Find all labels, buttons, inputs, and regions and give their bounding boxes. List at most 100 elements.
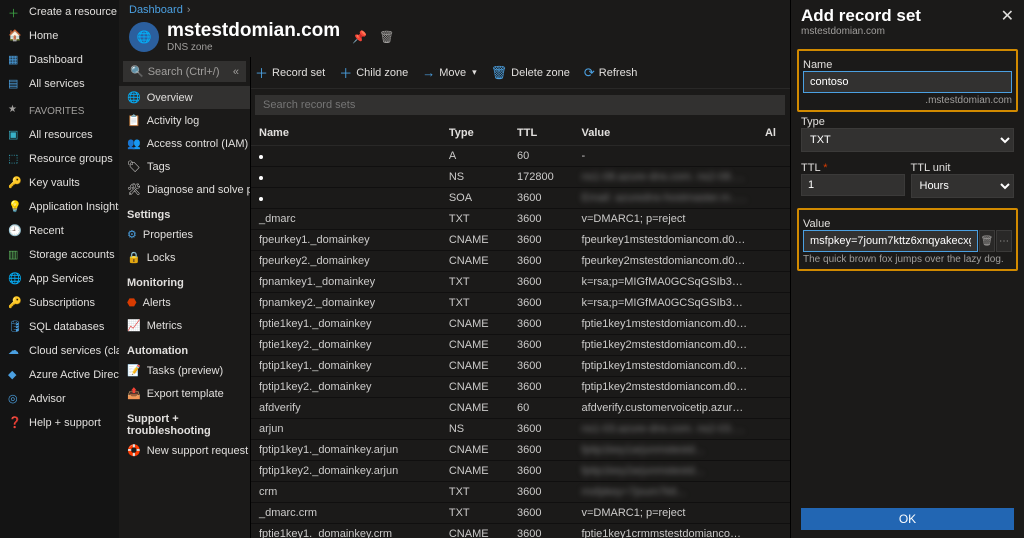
nav-advisor[interactable]: ◎Advisor: [0, 387, 119, 411]
nav-sql[interactable]: 🛢SQL databases: [0, 315, 119, 339]
cell-type: TXT: [441, 482, 509, 503]
cell-value: fptie1key2mstestdomiancom.d0…: [573, 335, 756, 356]
menu-tags[interactable]: 🏷Tags: [119, 155, 250, 178]
chevron-down-icon: ▾: [472, 67, 477, 78]
delete-zone-button[interactable]: 🗑Delete zone: [491, 65, 570, 81]
cell-ttl: 3600: [509, 440, 573, 461]
cell-ttl: 3600: [509, 188, 573, 209]
cell-name: fpnamkey2._domainkey: [251, 293, 441, 314]
ok-button[interactable]: OK: [801, 508, 1014, 530]
trash-icon: 🗑: [491, 65, 508, 81]
add-child-zone-button[interactable]: ＋Child zone: [339, 63, 408, 82]
col-value[interactable]: Value: [573, 121, 756, 146]
cloud-icon: ☁: [8, 344, 22, 358]
name-input[interactable]: [803, 71, 1012, 93]
table-row[interactable]: fptie1key1._domainkey.crmCNAME3600fptie1…: [251, 524, 790, 538]
menu-locks[interactable]: 🔒Locks: [119, 246, 250, 269]
nav-key-vaults[interactable]: 🔑Key vaults: [0, 171, 119, 195]
menu-metrics[interactable]: 📈Metrics: [119, 314, 250, 337]
nav-create-resource[interactable]: ＋Create a resource: [0, 0, 119, 24]
ttl-input[interactable]: [801, 174, 905, 196]
cell-value: fptie1key1mstestdomiancom.d0…: [573, 314, 756, 335]
table-row[interactable]: crmTXT3600msfpkey=7joum7ktt...: [251, 482, 790, 503]
menu-settings-header: Settings: [119, 201, 250, 223]
page-subtitle: DNS zone: [167, 42, 340, 53]
menu-alerts[interactable]: ⬣Alerts: [119, 291, 250, 314]
table-row[interactable]: arjunNS3600ns1-03.azure-dns.com. ns2-03.…: [251, 419, 790, 440]
cell-alias: [757, 419, 790, 440]
col-name[interactable]: Name: [251, 121, 441, 146]
table-row[interactable]: fptie1key1._domainkeyCNAME3600fptie1key1…: [251, 314, 790, 335]
delete-icon[interactable]: 🗑: [379, 30, 394, 44]
table-row[interactable]: fptip1key1._domainkeyCNAME3600fptip1key1…: [251, 356, 790, 377]
more-value-icon[interactable]: ⋯: [996, 230, 1012, 252]
close-icon[interactable]: ✕: [1001, 6, 1014, 26]
table-row[interactable]: A60-: [251, 146, 790, 167]
nav-cloud-classic[interactable]: ☁Cloud services (classic): [0, 339, 119, 363]
overview-icon: 🌐: [127, 91, 141, 104]
table-row[interactable]: _dmarcTXT3600v=DMARC1; p=reject: [251, 209, 790, 230]
table-row[interactable]: afdverifyCNAME60afdverify.customervoicet…: [251, 398, 790, 419]
menu-diagnose[interactable]: 🛠Diagnose and solve problems: [119, 178, 250, 201]
delete-value-icon[interactable]: 🗑: [979, 230, 995, 252]
nav-subscriptions[interactable]: 🔑Subscriptions: [0, 291, 119, 315]
panel-title: Add record set: [801, 6, 921, 26]
cell-type: CNAME: [441, 356, 509, 377]
nav-all-resources[interactable]: ▣All resources: [0, 123, 119, 147]
nav-dashboard[interactable]: ▦Dashboard: [0, 48, 119, 72]
value-input[interactable]: [803, 230, 978, 252]
cell-name: fpeurkey1._domainkey: [251, 230, 441, 251]
refresh-button[interactable]: ⟳Refresh: [584, 65, 637, 81]
breadcrumb-dashboard[interactable]: Dashboard: [129, 4, 183, 16]
blade-search[interactable]: 🔍Search (Ctrl+/)«: [123, 61, 246, 82]
nav-app-services[interactable]: 🌐App Services: [0, 267, 119, 291]
nav-help[interactable]: ❓Help + support: [0, 411, 119, 435]
table-row[interactable]: fptip1key2._domainkey.arjunCNAME3600fpti…: [251, 461, 790, 482]
menu-new-support[interactable]: 🛟New support request: [119, 439, 250, 462]
pin-icon[interactable]: 📌: [352, 30, 367, 44]
nav-app-insights[interactable]: 💡Application Insights: [0, 195, 119, 219]
col-type[interactable]: Type: [441, 121, 509, 146]
cell-value: msfpkey=7joum7ktt...: [573, 482, 756, 503]
table-row[interactable]: SOA3600Email: azuredns-hostmaster.m... H…: [251, 188, 790, 209]
type-select[interactable]: TXT: [801, 128, 1014, 152]
nav-storage[interactable]: ▥Storage accounts: [0, 243, 119, 267]
table-row[interactable]: fpnamkey1._domainkeyTXT3600k=rsa;p=MIGfM…: [251, 272, 790, 293]
move-button[interactable]: →Move▾: [422, 65, 476, 80]
table-row[interactable]: fptie1key2._domainkeyCNAME3600fptie1key2…: [251, 335, 790, 356]
menu-tasks[interactable]: 📝Tasks (preview): [119, 359, 250, 382]
menu-overview[interactable]: 🌐Overview: [119, 86, 250, 109]
nav-resource-groups[interactable]: ⬚Resource groups: [0, 147, 119, 171]
table-row[interactable]: fpeurkey2._domainkeyCNAME3600fpeurkey2ms…: [251, 251, 790, 272]
menu-activity-log[interactable]: 📋Activity log: [119, 109, 250, 132]
cell-type: CNAME: [441, 377, 509, 398]
move-icon: →: [422, 65, 435, 80]
nav-home[interactable]: 🏠Home: [0, 24, 119, 48]
cell-value: v=DMARC1; p=reject: [573, 209, 756, 230]
col-ttl[interactable]: TTL: [509, 121, 573, 146]
col-alias[interactable]: Al: [757, 121, 790, 146]
nav-aad[interactable]: ◆Azure Active Directory: [0, 363, 119, 387]
nav-all-services[interactable]: ▤All services: [0, 72, 119, 96]
table-row[interactable]: NS172800ns1-08.azure-dns.com. ns2-08.azu…: [251, 167, 790, 188]
menu-iam[interactable]: 👥Access control (IAM): [119, 132, 250, 155]
table-row[interactable]: fpeurkey1._domainkeyCNAME3600fpeurkey1ms…: [251, 230, 790, 251]
nav-recent[interactable]: 🕘Recent: [0, 219, 119, 243]
menu-properties[interactable]: ⚙Properties: [119, 223, 250, 246]
cell-value: fptip1key1mstestdomiancom.d0…: [573, 356, 756, 377]
bulb-icon: 💡: [8, 200, 22, 214]
log-icon: 📋: [127, 114, 141, 127]
cell-type: NS: [441, 167, 509, 188]
alert-icon: ⬣: [127, 296, 137, 309]
table-row[interactable]: fpnamkey2._domainkeyTXT3600k=rsa;p=MIGfM…: [251, 293, 790, 314]
ttl-unit-select[interactable]: Hours: [911, 174, 1015, 198]
collapse-icon[interactable]: «: [233, 66, 239, 78]
advisor-icon: ◎: [8, 392, 22, 406]
add-record-set-button[interactable]: ＋Record set: [255, 63, 325, 82]
table-row[interactable]: fptip1key1._domainkey.arjunCNAME3600fpti…: [251, 440, 790, 461]
menu-export[interactable]: 📤Export template: [119, 382, 250, 405]
chevron-right-icon: ›: [187, 4, 191, 16]
table-row[interactable]: _dmarc.crmTXT3600v=DMARC1; p=reject: [251, 503, 790, 524]
search-records-input[interactable]: [255, 95, 785, 115]
table-row[interactable]: fptip1key2._domainkeyCNAME3600fptip1key2…: [251, 377, 790, 398]
